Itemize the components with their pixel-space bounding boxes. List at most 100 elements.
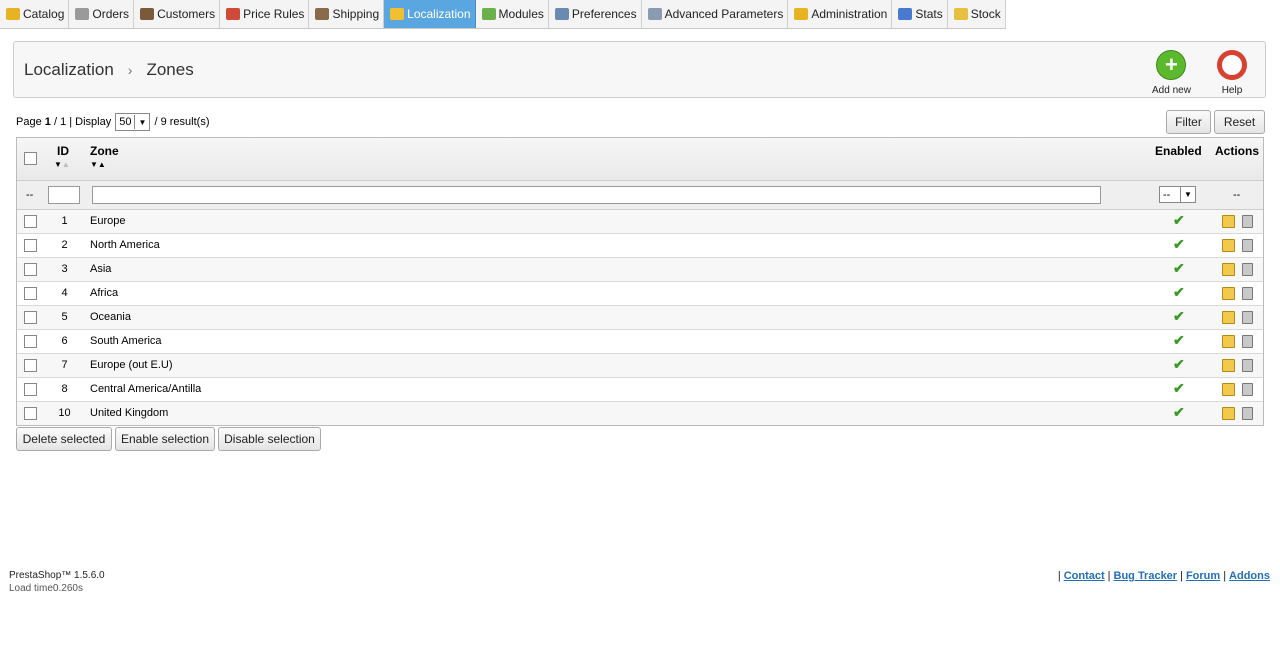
edit-icon[interactable] xyxy=(1222,239,1235,252)
row-zone: Central America/Antilla xyxy=(90,383,202,395)
catalog-icon xyxy=(6,8,20,20)
delete-icon[interactable] xyxy=(1242,335,1253,348)
tab-customers[interactable]: Customers xyxy=(134,0,221,28)
customers-icon xyxy=(140,8,155,20)
delete-selected-button[interactable]: Delete selected xyxy=(16,427,112,451)
filter-enabled-value: -- xyxy=(1163,188,1171,201)
display-value: 50 xyxy=(119,116,132,128)
tab-stats[interactable]: Stats xyxy=(892,0,948,28)
shipping-icon xyxy=(315,8,330,20)
orders-icon xyxy=(75,8,90,20)
breadcrumb-parent[interactable]: Localization xyxy=(24,60,114,80)
column-zone: Zone xyxy=(90,144,119,158)
footer-link-addons[interactable]: Addons xyxy=(1229,570,1270,582)
row-zone: North America xyxy=(90,239,160,251)
delete-icon[interactable] xyxy=(1242,311,1253,324)
tab-label: Administration xyxy=(811,7,888,21)
tab-label: Stock xyxy=(970,7,1001,21)
table-row[interactable]: 4 Africa ✔ xyxy=(17,282,1263,306)
column-actions: Actions xyxy=(1215,144,1260,158)
help-button[interactable]: Help xyxy=(1217,50,1247,96)
delete-icon[interactable] xyxy=(1242,383,1253,396)
page-title: Zones xyxy=(146,60,194,79)
tab-label: Shipping xyxy=(332,7,380,21)
table-row[interactable]: 1 Europe ✔ xyxy=(17,210,1263,234)
enabled-check-icon[interactable]: ✔ xyxy=(1173,332,1185,349)
help-label: Help xyxy=(1221,85,1243,96)
select-all-checkbox[interactable] xyxy=(24,152,37,165)
enable-selection-button[interactable]: Enable selection xyxy=(115,427,215,451)
row-zone: Africa xyxy=(90,287,119,299)
tab-label: Modules xyxy=(498,7,544,21)
reset-button[interactable]: Reset xyxy=(1214,110,1265,134)
filter-dash: -- xyxy=(26,189,34,201)
delete-icon[interactable] xyxy=(1242,239,1253,252)
delete-icon[interactable] xyxy=(1242,359,1253,372)
tab-orders[interactable]: Orders xyxy=(69,0,135,28)
table-row[interactable]: 10 United Kingdom ✔ xyxy=(17,402,1263,425)
price-rules-icon xyxy=(226,8,241,20)
enabled-check-icon[interactable]: ✔ xyxy=(1173,380,1185,397)
footer-separator: | xyxy=(1180,570,1183,582)
disable-selection-button[interactable]: Disable selection xyxy=(218,427,321,451)
enabled-check-icon[interactable]: ✔ xyxy=(1173,284,1185,301)
delete-icon[interactable] xyxy=(1242,263,1253,276)
delete-icon[interactable] xyxy=(1242,407,1253,420)
tab-price-rules[interactable]: Price Rules xyxy=(220,0,310,28)
table-row[interactable]: 5 Oceania ✔ xyxy=(17,306,1263,330)
edit-icon[interactable] xyxy=(1222,335,1235,348)
table-row[interactable]: 2 North America ✔ xyxy=(17,234,1263,258)
advanced-parameters-icon xyxy=(647,8,662,20)
tab-shipping[interactable]: Shipping xyxy=(309,0,385,28)
tab-stock[interactable]: Stock xyxy=(948,0,1006,28)
enabled-check-icon[interactable]: ✔ xyxy=(1173,404,1185,421)
edit-icon[interactable] xyxy=(1222,359,1235,372)
sort-zone-icon[interactable]: ▼▲ xyxy=(90,160,106,169)
filter-id-input[interactable] xyxy=(48,186,80,204)
localization-icon xyxy=(390,8,405,20)
tab-localization[interactable]: Localization xyxy=(384,0,476,28)
tab-advanced-parameters[interactable]: Advanced Parameters xyxy=(642,0,789,28)
tab-catalog[interactable]: Catalog xyxy=(0,0,70,28)
edit-icon[interactable] xyxy=(1222,407,1235,420)
tab-label: Stats xyxy=(915,7,943,21)
add-new-button[interactable]: + Add new xyxy=(1152,50,1191,96)
table-row[interactable]: 3 Asia ✔ xyxy=(17,258,1263,282)
chevron-down-icon: ▼ xyxy=(1180,187,1195,202)
tab-preferences[interactable]: Preferences xyxy=(549,0,642,28)
table-row[interactable]: 6 South America ✔ xyxy=(17,330,1263,354)
row-zone: Europe (out E.U) xyxy=(90,359,173,371)
table-row[interactable]: 8 Central America/Antilla ✔ xyxy=(17,378,1263,402)
footer-separator: | xyxy=(1223,570,1227,582)
delete-icon[interactable] xyxy=(1242,287,1253,300)
tab-modules[interactable]: Modules xyxy=(476,0,549,28)
footer-link-bug-tracker[interactable]: Bug Tracker xyxy=(1114,570,1178,582)
enabled-check-icon[interactable]: ✔ xyxy=(1173,260,1185,277)
delete-icon[interactable] xyxy=(1242,215,1253,228)
filter-enabled-select[interactable]: -- ▼ xyxy=(1159,186,1196,203)
pagination: Page 1 / 1 | Display 50 ▼ / 9 result(s) xyxy=(16,113,210,131)
sort-id-icon[interactable]: ▼▲ xyxy=(54,160,70,169)
table-row[interactable]: 7 Europe (out E.U) ✔ xyxy=(17,354,1263,378)
tab-administration[interactable]: Administration xyxy=(788,0,893,28)
row-zone: United Kingdom xyxy=(90,407,169,419)
footer-link-forum[interactable]: Forum xyxy=(1186,570,1220,582)
page-of: / 1 | Display xyxy=(53,116,112,128)
page-label: Page xyxy=(16,116,42,128)
filter-zone-input[interactable] xyxy=(92,186,1101,204)
edit-icon[interactable] xyxy=(1222,311,1235,324)
edit-icon[interactable] xyxy=(1222,263,1235,276)
enabled-check-icon[interactable]: ✔ xyxy=(1173,356,1185,373)
enabled-check-icon[interactable]: ✔ xyxy=(1173,308,1185,325)
enabled-check-icon[interactable]: ✔ xyxy=(1173,236,1185,253)
footer-link-contact[interactable]: Contact xyxy=(1064,570,1105,582)
display-select[interactable]: 50 ▼ xyxy=(115,113,151,131)
tab-label: Customers xyxy=(157,7,216,21)
edit-icon[interactable] xyxy=(1222,215,1235,228)
enabled-check-icon[interactable]: ✔ xyxy=(1173,212,1185,229)
edit-icon[interactable] xyxy=(1222,383,1235,396)
filter-row: -- -- ▼ -- xyxy=(17,181,1263,210)
tab-label: Price Rules xyxy=(243,7,305,21)
filter-button[interactable]: Filter xyxy=(1166,110,1211,134)
edit-icon[interactable] xyxy=(1222,287,1235,300)
